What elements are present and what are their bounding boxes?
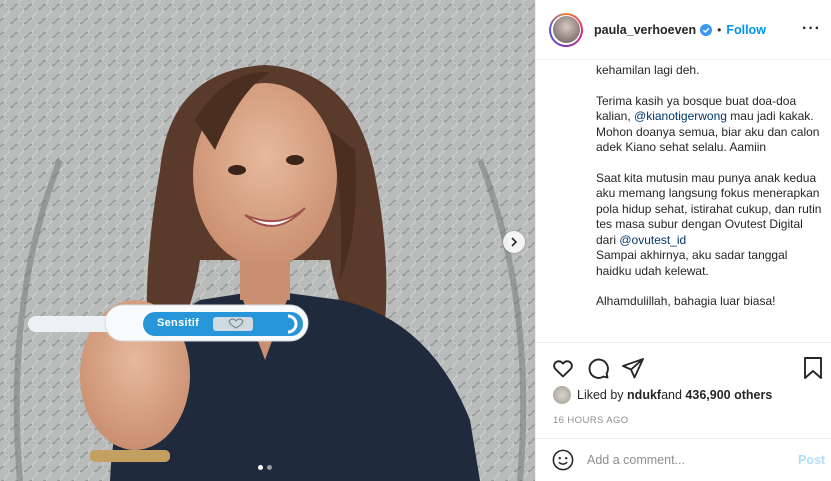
paper-plane-icon: [622, 358, 644, 379]
caption-paragraph: Terima kasih ya bosque buat doa-doa kali…: [596, 93, 820, 155]
action-bar: [536, 342, 831, 392]
avatar-image: [552, 16, 580, 43]
like-button[interactable]: [550, 355, 576, 381]
caption-paragraph: Saat kita mutusin mau punya anak kedua a…: [596, 170, 822, 278]
mention-link[interactable]: @kianotigerwong: [634, 109, 727, 123]
comment-bar: Post: [536, 438, 831, 481]
chevron-right-icon: [511, 237, 518, 247]
caption-paragraph: Alhamdulillah, bahagia luar biasa!: [596, 294, 776, 308]
verified-badge-icon: [700, 23, 713, 36]
carousel-dot: [258, 465, 263, 470]
post-photo[interactable]: Sensitif: [0, 0, 535, 481]
post-caption: kehamilan lagi deh. Terima kasih ya bosq…: [596, 60, 824, 340]
bookmark-icon: [804, 357, 822, 379]
post-timestamp[interactable]: 16 HOURS AGO: [553, 415, 629, 426]
save-button[interactable]: [800, 355, 826, 381]
likes-summary: Liked by ndukf and 436,900 others: [553, 386, 772, 404]
avatar[interactable]: [549, 12, 583, 47]
comment-button[interactable]: [585, 355, 611, 381]
more-options-icon[interactable]: ···: [802, 20, 821, 38]
carousel-indicator: [258, 465, 272, 470]
username-link[interactable]: paula_verhoeven: [594, 23, 696, 37]
emoji-button[interactable]: [552, 449, 574, 471]
comment-icon: [588, 358, 609, 379]
post-header: paula_verhoeven • Follow ···: [536, 0, 831, 60]
caption-paragraph: kehamilan lagi deh.: [596, 63, 700, 77]
post-comment-button[interactable]: Post: [798, 453, 825, 467]
likes-count-link[interactable]: 436,900 others: [685, 388, 772, 402]
emoji-icon: [552, 449, 574, 471]
carousel-next-button[interactable]: [503, 231, 525, 253]
liker-username-link[interactable]: ndukf: [627, 388, 661, 402]
photo-scene: [0, 0, 535, 481]
carousel-dot: [267, 465, 272, 470]
follow-button[interactable]: Follow: [726, 23, 766, 37]
separator-dot: •: [717, 22, 722, 37]
share-button[interactable]: [620, 355, 646, 381]
test-brand-label: Sensitif: [157, 317, 200, 329]
mention-link[interactable]: @ovutest_id: [619, 233, 686, 247]
heart-icon: [553, 360, 573, 378]
comment-input[interactable]: [587, 453, 792, 467]
post-sidebar: paula_verhoeven • Follow ··· kehamilan l…: [535, 0, 831, 481]
liker-avatar[interactable]: [553, 386, 571, 404]
